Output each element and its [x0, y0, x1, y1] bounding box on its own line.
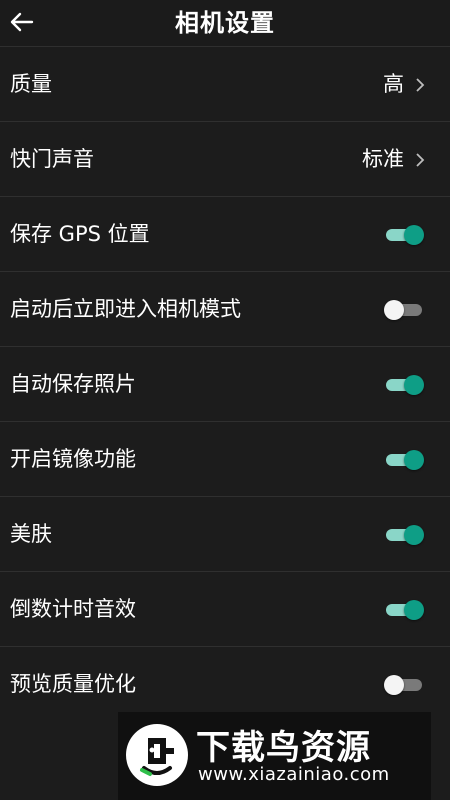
app-header: 相机设置 — [0, 0, 450, 46]
toggle-knob — [404, 450, 424, 470]
watermark-title: 下载鸟资源 — [196, 728, 371, 768]
toggle-knob — [404, 375, 424, 395]
toggle-switch[interactable] — [384, 674, 422, 696]
toggle-knob — [404, 225, 424, 245]
chevron-right-icon — [416, 153, 425, 167]
setting-label: 质量 — [10, 72, 52, 96]
toggle-switch[interactable] — [386, 599, 424, 621]
toggle-knob — [404, 600, 424, 620]
setting-row-countdown-sound: 倒数计时音效 — [0, 571, 450, 646]
setting-label: 美肤 — [10, 522, 52, 546]
toggle-knob — [384, 675, 404, 695]
toggle-switch[interactable] — [386, 524, 424, 546]
setting-value: 标准 — [362, 147, 404, 171]
toggle-switch[interactable] — [386, 224, 424, 246]
setting-label: 倒数计时音效 — [10, 597, 136, 621]
setting-label: 自动保存照片 — [10, 372, 136, 396]
setting-label: 快门声音 — [10, 147, 94, 171]
watermark-url: www.xiazainiao.com — [198, 764, 390, 785]
watermark-banner: 下载鸟资源 www.xiazainiao.com — [118, 712, 431, 800]
toggle-switch[interactable] — [386, 374, 424, 396]
setting-row-auto-save: 自动保存照片 — [0, 346, 450, 421]
chevron-right-icon — [416, 78, 425, 92]
setting-label: 保存 GPS 位置 — [10, 222, 150, 246]
bird-logo-icon — [126, 724, 188, 786]
toggle-knob — [384, 300, 404, 320]
setting-row-shutter-sound[interactable]: 快门声音 标准 — [0, 121, 450, 196]
page-title: 相机设置 — [175, 9, 275, 37]
setting-row-beauty: 美肤 — [0, 496, 450, 571]
settings-list: 质量 高 快门声音 标准 保存 GPS 位置 启动后立即进入相机模式 自动保存照… — [0, 46, 450, 721]
toggle-knob — [404, 525, 424, 545]
setting-label: 启动后立即进入相机模式 — [10, 297, 241, 321]
setting-label: 开启镜像功能 — [10, 447, 136, 471]
setting-row-save-gps: 保存 GPS 位置 — [0, 196, 450, 271]
setting-row-quality[interactable]: 质量 高 — [0, 46, 450, 121]
setting-row-preview-quality: 预览质量优化 — [0, 646, 450, 721]
setting-label: 预览质量优化 — [10, 672, 136, 696]
setting-row-launch-camera-mode: 启动后立即进入相机模式 — [0, 271, 450, 346]
toggle-switch[interactable] — [384, 299, 422, 321]
toggle-switch[interactable] — [386, 449, 424, 471]
setting-row-mirror: 开启镜像功能 — [0, 421, 450, 496]
setting-value: 高 — [383, 72, 404, 96]
